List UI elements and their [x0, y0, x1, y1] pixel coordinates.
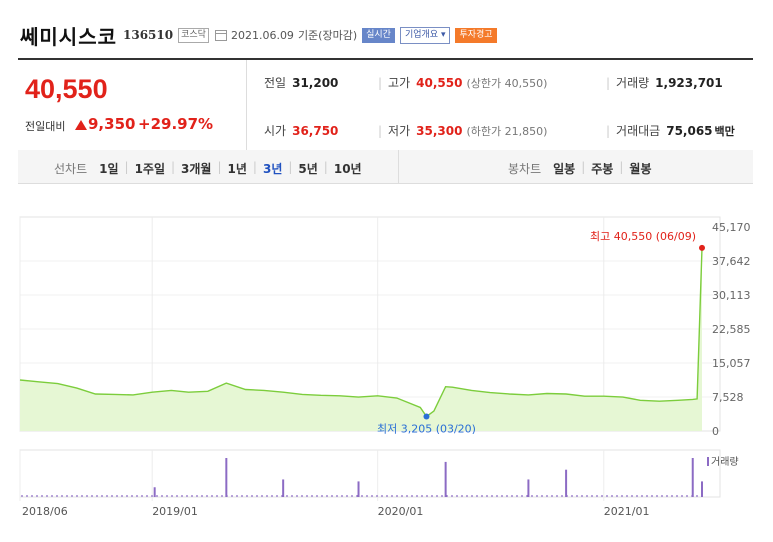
base-date: 2021.06.09: [230, 28, 294, 42]
separator: |: [217, 160, 222, 174]
y-tick-label: 7,528: [712, 391, 744, 404]
stock-code: 136510: [123, 28, 174, 42]
line-chart-periods: 선차트 1일 | 1주일 | 3개월 | 1년 | 3년 | 5년 | 10년: [54, 160, 362, 177]
separator: |: [323, 160, 328, 174]
y-tick-label: 37,642: [712, 255, 751, 268]
separator: |: [124, 160, 129, 174]
trade-amount: | 거래대금 75,065 백만: [606, 124, 735, 138]
candle-tab-1[interactable]: 주봉: [591, 160, 613, 177]
change-label: 전일대비: [25, 120, 66, 133]
investment-warning-badge[interactable]: 투자경고: [455, 27, 497, 43]
stock-name: 쎄미시스코: [20, 24, 117, 49]
min-point: [423, 413, 430, 420]
price-chart: 45,170 37,642 30,113 22,585 15,057 7,528 0 2018…: [19, 216, 751, 518]
divider: [398, 150, 399, 183]
x-tick-label: 2018/06: [22, 505, 68, 518]
candle-tab-2[interactable]: 월봉: [629, 160, 651, 177]
divider: [246, 60, 247, 150]
period-tab-5[interactable]: 5년: [298, 160, 317, 177]
separator: |: [288, 160, 293, 174]
low-price: | 저가 35,300 (하한가 21,850): [378, 124, 548, 138]
line-chart-label: 선차트: [54, 162, 88, 176]
y-tick-label: 30,113: [712, 289, 751, 302]
max-point: [699, 244, 705, 251]
max-annotation: 최고 40,550 (06/09): [590, 230, 696, 243]
min-annotation: 최저 3,205 (03/20): [377, 423, 476, 436]
period-tab-3[interactable]: 1년: [228, 160, 247, 177]
base-date-suffix: 기준(장마감): [297, 29, 358, 42]
period-tab-0[interactable]: 1일: [99, 160, 118, 177]
period-tab-6[interactable]: 10년: [334, 160, 362, 177]
candle-chart-periods: 봉차트 일봉 | 주봉 | 월봉: [508, 160, 652, 177]
y-tick-label: 45,170: [712, 221, 751, 234]
separator: |: [171, 160, 176, 174]
high-price: | 고가 40,550 (상한가 40,550): [378, 76, 548, 90]
volume: | 거래량 1,923,701: [606, 76, 723, 90]
separator: |: [252, 160, 257, 174]
calendar-icon: [214, 29, 227, 41]
change-value: 9,350: [88, 115, 136, 133]
change-percent: +29.97%: [138, 115, 214, 133]
y-tick-label: 0: [712, 425, 719, 438]
volume-legend-swatch: [707, 457, 709, 466]
period-tab-1[interactable]: 1주일: [135, 160, 165, 177]
period-tab-4[interactable]: 3년: [263, 160, 282, 177]
x-tick-label: 2020/01: [378, 505, 424, 518]
up-arrow-icon: [75, 120, 87, 130]
prev-close: 전일 31,200: [264, 76, 339, 90]
price-summary: 40,550 전일대비 9,350 +29.97% 전일 31,200 시가 36,…: [18, 58, 753, 151]
realtime-button[interactable]: 실시간: [362, 27, 395, 43]
open-price: 시가 36,750: [264, 124, 339, 138]
title-row: 쎄미시스코 136510 코스닥 2021.06.09 기준(장마감) 실시간 …: [20, 22, 497, 49]
y-tick-label: 15,057: [712, 357, 751, 370]
y-tick-label: 22,585: [712, 323, 751, 336]
volume-legend-label: 거래량: [711, 456, 739, 468]
market-badge: 코스닥: [178, 27, 209, 43]
volume-frame: [19, 449, 721, 498]
x-tick-label: 2021/01: [604, 505, 650, 518]
separator: |: [619, 160, 624, 174]
period-tab-2[interactable]: 3개월: [181, 160, 211, 177]
x-tick-label: 2019/01: [152, 505, 198, 518]
candle-chart-label: 봉차트: [508, 162, 542, 176]
separator: |: [581, 160, 586, 174]
price-area: [20, 247, 702, 431]
candle-tab-0[interactable]: 일봉: [553, 160, 575, 177]
price-line: [19, 247, 703, 418]
period-selector: 선차트 1일 | 1주일 | 3개월 | 1년 | 3년 | 5년 | 10년 봉차트 일봉 | 주봉 | 월봉: [18, 150, 753, 184]
current-price: 40,550: [25, 74, 108, 104]
company-overview-dropdown[interactable]: 기업개요 ▾: [399, 26, 451, 44]
